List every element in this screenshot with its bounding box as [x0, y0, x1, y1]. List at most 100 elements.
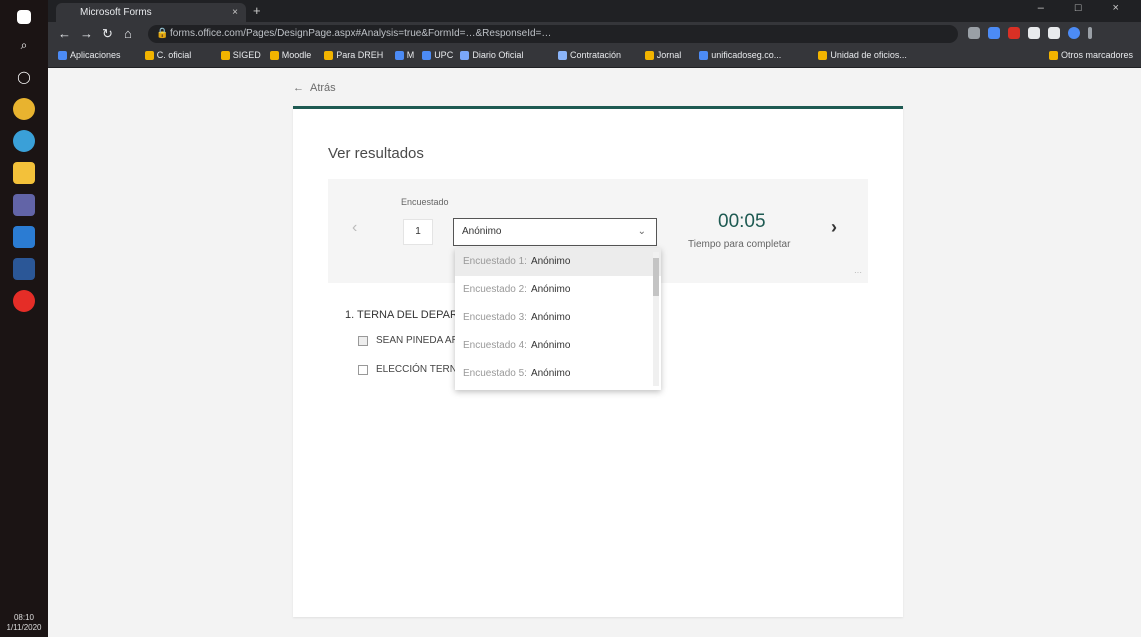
dropdown-scrollbar[interactable] [653, 252, 659, 386]
question-title: 1. TERNA DEL DEPAR [345, 309, 458, 321]
answer-option-label: ELECCIÓN TERNA [376, 364, 464, 375]
bookmark-label: Para DREH [336, 50, 384, 60]
answer-option: SEAN PINEDA AR [358, 335, 459, 346]
bookmark-item[interactable]: Para DREH [324, 50, 383, 60]
word-icon[interactable] [13, 258, 35, 280]
bookmark-icon [1048, 50, 1058, 60]
dropdown-option[interactable]: Encuestado 5: Anónimo [455, 360, 661, 388]
bookmark-label: Moodle [281, 50, 312, 60]
previous-respondent-icon[interactable]: ‹ [352, 219, 357, 237]
address-bar[interactable]: 🔒 forms.office.com/Pages/DesignPage.aspx… [148, 25, 958, 43]
bookmark-item[interactable]: Moodle [269, 50, 312, 60]
window-controls[interactable]: – □ × [1038, 2, 1133, 14]
dropdown-option[interactable]: Encuestado 3: Anónimo [455, 304, 661, 332]
bookmark-icon [644, 50, 654, 60]
respondent-select[interactable]: Anónimo ⌄ [453, 218, 657, 246]
taskbar-clock[interactable]: 08:10 1/11/2020 [0, 613, 48, 633]
back-label: Atrás [310, 82, 336, 94]
more-options-icon[interactable]: ··· [854, 268, 862, 277]
bookmark-item[interactable]: Contratación [558, 50, 621, 60]
chevron-down-icon: ⌄ [637, 226, 646, 237]
back-link[interactable]: ← Atrás [293, 82, 336, 94]
bookmark-item[interactable]: Diario Oficial [460, 50, 523, 60]
bookmark-label: UPC [434, 50, 454, 60]
clock-date: 1/11/2020 [6, 623, 42, 632]
bookmark-label: Diario Oficial [472, 50, 524, 60]
bookmark-icon [699, 50, 709, 60]
extension-icon[interactable] [1028, 27, 1040, 39]
windows-icon[interactable] [17, 10, 31, 24]
extension-icon[interactable] [1008, 27, 1020, 39]
extension-icon[interactable] [988, 27, 1000, 39]
bookmark-label: Aplicaciones [70, 50, 121, 60]
next-respondent-icon[interactable]: › [831, 217, 837, 238]
bookmark-label: unificadoseg.co... [711, 50, 782, 60]
bookmark-item[interactable]: C. oficial [144, 50, 191, 60]
file-explorer-icon[interactable] [13, 162, 35, 184]
tab-title: Microsoft Forms [80, 7, 152, 18]
bookmark-label: SIGED [232, 50, 261, 60]
windows-taskbar: ⌕ ◯ 08:10 1/11/2020 [0, 0, 48, 637]
youtube-icon[interactable] [13, 290, 35, 312]
reload-icon[interactable]: ↻ [102, 26, 113, 42]
bookmark-item[interactable]: Otros marcadores [1048, 50, 1133, 60]
new-tab-button[interactable]: + [253, 3, 261, 18]
option-prefix: Encuestado 4: [463, 340, 527, 351]
answer-option: ELECCIÓN TERNA [358, 364, 464, 375]
bookmark-icon [394, 50, 404, 60]
scrollbar-thumb[interactable] [653, 258, 659, 296]
respondent-number-input[interactable]: 1 [403, 219, 433, 245]
bookmark-item[interactable]: M [394, 50, 415, 60]
bookmark-icon [818, 50, 828, 60]
dropdown-option[interactable]: Encuestado 2: Anónimo [455, 276, 661, 304]
page-title: Ver resultados [328, 145, 424, 162]
option-name: Anónimo [530, 340, 571, 351]
arrow-left-icon: ← [293, 82, 304, 94]
bookmark-icon [58, 50, 67, 60]
dropdown-option[interactable]: Encuestado 1: Anónimo [455, 248, 661, 276]
outlook-icon[interactable] [13, 226, 35, 248]
bookmarks-bar: Aplicaciones C. oficial SIGED Moodle Para DR… [48, 46, 1141, 68]
bookmark-icon [460, 50, 470, 60]
bookmark-item[interactable]: unificadoseg.co... [699, 50, 781, 60]
option-name: Anónimo [530, 312, 571, 323]
tab-strip: Microsoft Forms × + – □ × [48, 0, 1141, 22]
browser-toolbar: ← → ↻ ⌂ 🔒 forms.office.com/Pages/DesignP… [48, 22, 1141, 46]
option-prefix: Encuestado 2: [463, 284, 527, 295]
bookmark-icon [422, 50, 432, 60]
bookmark-label: Jornal [656, 50, 682, 60]
close-tab-icon[interactable]: × [232, 3, 238, 22]
answer-option-label: SEAN PINEDA AR [376, 335, 459, 346]
search-icon[interactable]: ⌕ [13, 34, 35, 56]
home-icon[interactable]: ⌂ [124, 26, 132, 41]
bookmark-item[interactable]: Unidad de oficios... [818, 50, 907, 60]
profile-avatar[interactable] [1068, 27, 1080, 39]
teams-icon[interactable] [13, 194, 35, 216]
completion-time-label: Tiempo para completar [688, 239, 791, 250]
cortana-icon[interactable]: ◯ [13, 66, 35, 88]
bookmark-icon [324, 50, 334, 60]
extension-icon[interactable] [1048, 27, 1060, 39]
bookmark-label: Otros marcadores [1060, 50, 1133, 60]
bookmark-icon [269, 50, 279, 60]
option-prefix: Encuestado 5: [463, 368, 527, 379]
bookmark-item[interactable]: UPC [422, 50, 453, 60]
bookmark-icon [558, 50, 567, 60]
checkbox-icon [358, 364, 368, 375]
chrome-icon[interactable] [13, 98, 35, 120]
forward-icon[interactable]: → [80, 26, 93, 41]
address-url: forms.office.com/Pages/DesignPage.aspx#A… [170, 28, 552, 39]
lock-icon: 🔒 [156, 28, 169, 39]
bookmark-label: M [406, 50, 415, 60]
browser-tab[interactable]: Microsoft Forms × [56, 3, 246, 22]
back-icon[interactable]: ← [58, 26, 71, 41]
extension-icon[interactable] [968, 27, 980, 39]
bookmark-item[interactable]: Jornal [644, 50, 682, 60]
menu-icon[interactable] [1088, 27, 1092, 39]
bookmark-item[interactable]: SIGED [220, 50, 261, 60]
option-prefix: Encuestado 3: [463, 312, 527, 323]
dropdown-option[interactable]: Encuestado 4: Anónimo [455, 332, 661, 360]
edge-icon[interactable] [13, 130, 35, 152]
bookmark-item[interactable]: Aplicaciones [58, 50, 121, 60]
browser-chrome: Microsoft Forms × + – □ × ← → ↻ ⌂ 🔒 form… [48, 0, 1141, 68]
